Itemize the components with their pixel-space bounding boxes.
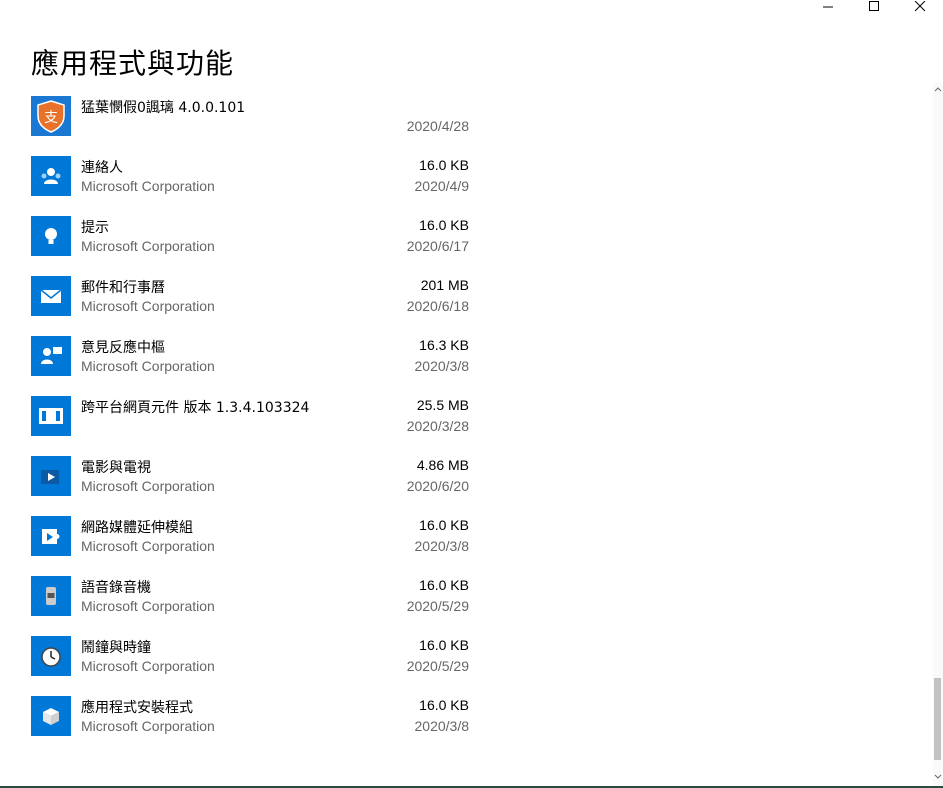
app-size: 16.0 KB (419, 157, 469, 173)
app-list-item[interactable]: 提示 Microsoft Corporation 16.0 KB 2020/6/… (0, 210, 928, 270)
app-publisher: Microsoft Corporation (81, 598, 215, 614)
app-list-item[interactable]: 語音錄音機 Microsoft Corporation 16.0 KB 2020… (0, 570, 928, 630)
window-icon (31, 396, 71, 436)
movies-icon (31, 456, 71, 496)
app-name: 網路媒體延伸模組 (81, 520, 193, 536)
maximize-icon (869, 1, 879, 11)
app-install-date: 2020/3/8 (414, 538, 470, 554)
mail-icon (31, 276, 71, 316)
app-name: 郵件和行事曆 (81, 280, 165, 296)
app-list-item[interactable]: 電影與電視 Microsoft Corporation 4.86 MB 2020… (0, 450, 928, 510)
app-install-date: 2020/6/18 (406, 298, 469, 314)
app-installer-icon (31, 696, 71, 736)
app-name: 提示 (81, 220, 109, 236)
app-size: 16.0 KB (419, 697, 469, 713)
maximize-button[interactable] (851, 0, 897, 14)
scrollbar[interactable] (933, 82, 943, 788)
app-list: 支 猛葉憫假0諷璃 4.0.0.101 2020/4/28 連絡人 Micros… (0, 90, 928, 750)
app-publisher: Microsoft Corporation (81, 538, 215, 554)
app-publisher: Microsoft Corporation (81, 298, 215, 314)
media-extension-icon (31, 516, 71, 556)
app-publisher: Microsoft Corporation (81, 358, 215, 374)
app-size: 16.0 KB (419, 637, 469, 653)
app-list-item[interactable]: 意見反應中樞 Microsoft Corporation 16.3 KB 202… (0, 330, 928, 390)
app-list-item[interactable]: 網路媒體延伸模組 Microsoft Corporation 16.0 KB 2… (0, 510, 928, 570)
app-install-date: 2020/6/20 (406, 478, 469, 494)
scroll-up-icon[interactable] (933, 84, 943, 94)
app-name: 電影與電視 (81, 460, 151, 476)
app-list-item[interactable]: 鬧鐘與時鐘 Microsoft Corporation 16.0 KB 2020… (0, 630, 928, 690)
app-name: 意見反應中樞 (81, 340, 165, 356)
minimize-button[interactable] (805, 0, 851, 14)
app-name: 應用程式安裝程式 (81, 700, 193, 716)
app-publisher: Microsoft Corporation (81, 658, 215, 674)
app-publisher: Microsoft Corporation (81, 478, 215, 494)
app-publisher: Microsoft Corporation (81, 718, 215, 734)
app-list-item[interactable]: 跨平台網頁元件 版本 1.3.4.103324 25.5 MB 2020/3/2… (0, 390, 928, 450)
window-controls (803, 0, 943, 14)
app-size: 16.3 KB (419, 337, 469, 353)
scroll-down-icon[interactable] (933, 772, 943, 782)
app-list-item[interactable]: 郵件和行事曆 Microsoft Corporation 201 MB 2020… (0, 270, 928, 330)
app-name: 跨平台網頁元件 版本 1.3.4.103324 (81, 400, 310, 416)
svg-text:支: 支 (44, 110, 58, 126)
close-button[interactable] (897, 0, 943, 14)
app-size: 25.5 MB (416, 397, 469, 413)
page-title: 應用程式與功能 (31, 47, 235, 80)
close-icon (914, 1, 926, 12)
scrollbar-thumb[interactable] (934, 678, 941, 760)
lightbulb-icon (31, 216, 71, 256)
clock-icon (31, 636, 71, 676)
voice-recorder-icon (31, 576, 71, 616)
people-icon (31, 156, 71, 196)
alipay-icon: 支 (31, 96, 71, 136)
app-name: 鬧鐘與時鐘 (81, 640, 151, 656)
app-install-date: 2020/4/28 (406, 118, 469, 134)
app-install-date: 2020/3/8 (414, 718, 470, 734)
app-size: 16.0 KB (419, 217, 469, 233)
app-install-date: 2020/3/28 (406, 418, 469, 434)
app-list-item[interactable]: 連絡人 Microsoft Corporation 16.0 KB 2020/4… (0, 150, 928, 210)
app-publisher: Microsoft Corporation (81, 238, 215, 254)
app-name: 連絡人 (81, 160, 123, 176)
app-publisher: Microsoft Corporation (81, 178, 215, 194)
app-install-date: 2020/5/29 (406, 658, 469, 674)
app-install-date: 2020/5/29 (406, 598, 469, 614)
app-size: 4.86 MB (416, 457, 469, 473)
app-size: 16.0 KB (419, 517, 469, 533)
app-list-item[interactable]: 應用程式安裝程式 Microsoft Corporation 16.0 KB 2… (0, 690, 928, 750)
app-install-date: 2020/4/9 (414, 178, 470, 194)
app-install-date: 2020/6/17 (406, 238, 469, 254)
app-size: 201 MB (420, 277, 469, 293)
app-name: 猛葉憫假0諷璃 4.0.0.101 (81, 100, 246, 116)
feedback-icon (31, 336, 71, 376)
minimize-icon (823, 6, 833, 8)
app-list-item[interactable]: 支 猛葉憫假0諷璃 4.0.0.101 2020/4/28 (0, 90, 928, 150)
app-name: 語音錄音機 (81, 580, 151, 596)
app-install-date: 2020/3/8 (414, 358, 470, 374)
app-size: 16.0 KB (419, 577, 469, 593)
